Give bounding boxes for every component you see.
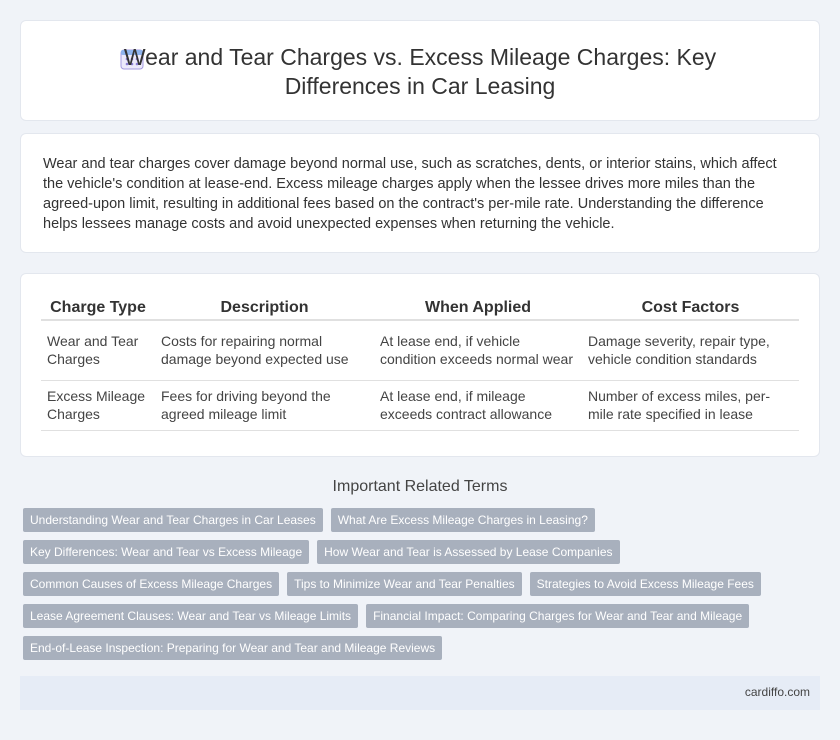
related-term-tag[interactable]: Key Differences: Wear and Tear vs Excess… [23, 540, 310, 564]
table-cell: Excess Mileage Charges [41, 380, 155, 431]
related-term-tag[interactable]: Common Causes of Excess Mileage Charges [23, 572, 280, 596]
page-title-line-2: Differences in Car Leasing [284, 73, 556, 99]
table-row: Excess Mileage Charges Fees for driving … [41, 380, 799, 431]
intro-card: Wear and tear charges cover damage beyon… [20, 133, 820, 253]
column-header-when-applied: When Applied [374, 296, 582, 321]
table-header-row: Charge Type Description When Applied Cos… [41, 296, 799, 321]
related-term-tag[interactable]: Financial Impact: Comparing Charges for … [366, 604, 750, 628]
related-terms-heading: Important Related Terms [332, 478, 508, 495]
table-cell: Number of excess miles, per-mile rate sp… [582, 380, 799, 431]
related-term-tag[interactable]: Strategies to Avoid Excess Mileage Fees [529, 572, 761, 596]
column-header-cost-factors: Cost Factors [582, 296, 799, 321]
page-title: Wear and Tear Charges vs. Excess Mileage… [21, 43, 819, 101]
table-cell: Fees for driving beyond the agreed milea… [155, 380, 374, 431]
related-term-tag[interactable]: Understanding Wear and Tear Charges in C… [23, 508, 323, 532]
table-cell: Damage severity, repair type, vehicle co… [582, 320, 799, 381]
column-header-charge-type: Charge Type [41, 296, 155, 321]
column-header-description: Description [155, 296, 374, 321]
related-term-tag[interactable]: Tips to Minimize Wear and Tear Penalties [287, 572, 522, 596]
table-row: Wear and Tear Charges Costs for repairin… [41, 320, 799, 381]
page-title-line-1: Wear and Tear Charges vs. Excess Mileage… [123, 44, 717, 70]
related-term-tag[interactable]: What Are Excess Mileage Charges in Leasi… [330, 508, 595, 532]
intro-text: Wear and tear charges cover damage beyon… [43, 156, 777, 232]
table-cell: At lease end, if vehicle condition excee… [374, 320, 582, 381]
table-cell: At lease end, if mileage exceeds contrac… [374, 380, 582, 431]
related-terms-list: Understanding Wear and Tear Charges in C… [23, 508, 803, 660]
title-card: Wear and Tear Charges vs. Excess Mileage… [20, 20, 820, 121]
related-term-tag[interactable]: Lease Agreement Clauses: Wear and Tear v… [23, 604, 359, 628]
footer: cardiffo.com [20, 676, 820, 710]
footer-site-link[interactable]: cardiffo.com [745, 685, 810, 699]
table-cell: Costs for repairing normal damage beyond… [155, 320, 374, 381]
comparison-table-card: Charge Type Description When Applied Cos… [20, 273, 820, 457]
comparison-table: Charge Type Description When Applied Cos… [41, 296, 799, 431]
table-cell: Wear and Tear Charges [41, 320, 155, 381]
related-term-tag[interactable]: End-of-Lease Inspection: Preparing for W… [23, 636, 443, 660]
related-term-tag[interactable]: How Wear and Tear is Assessed by Lease C… [317, 540, 620, 564]
